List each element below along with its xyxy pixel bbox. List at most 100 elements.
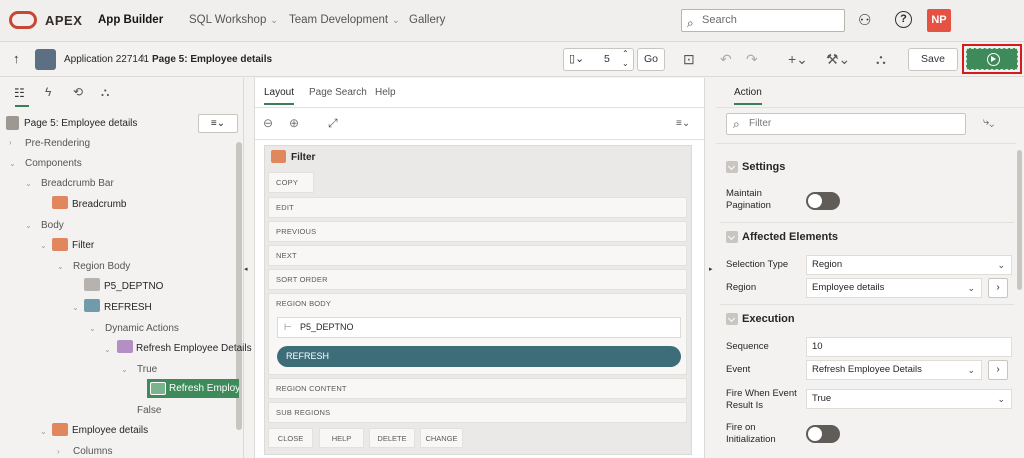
property-scrollbar[interactable] (1017, 150, 1022, 290)
lock-icon[interactable]: ⊡ (683, 51, 695, 68)
zoom-in-icon[interactable]: ⊕ (289, 116, 299, 130)
tree-node-body[interactable]: Body (41, 220, 64, 231)
collapse-right-icon[interactable]: ▸ (709, 265, 713, 273)
slot-next[interactable]: NEXT (268, 245, 687, 266)
tree-node-refresh[interactable]: REFRESH (104, 302, 152, 313)
chevron-down-icon[interactable]: ⌄ (40, 427, 47, 436)
application-icon[interactable] (35, 49, 56, 70)
select-event[interactable]: Refresh Employee Details ⌄ (806, 360, 982, 380)
tree-node-pre-rendering[interactable]: Pre-Rendering (25, 138, 90, 149)
user-settings-icon[interactable]: ⚇ (858, 11, 871, 29)
property-filter-input[interactable]: ⌕ Filter (726, 113, 966, 135)
shared-components-tab-icon[interactable]: ⛬ (101, 85, 109, 100)
section-settings[interactable]: Settings (723, 156, 1017, 178)
tab-help[interactable]: Help (375, 87, 396, 98)
action-refresh-icon (150, 382, 166, 395)
chevron-down-icon[interactable]: ⌄ (25, 221, 32, 230)
nav-sql-workshop[interactable]: SQL Workshop ⌄ (189, 14, 278, 26)
tree-node-employee-details[interactable]: Employee details (72, 425, 148, 436)
processing-tab-icon[interactable]: ⟲ (73, 85, 83, 99)
layout-menu-icon[interactable]: ≡⌄ (676, 118, 690, 129)
expand-icon[interactable]: ⤢ (328, 116, 338, 131)
page-selector[interactable]: ▯⌄ 5 ⌃ ⌄ (563, 48, 634, 71)
slot-help[interactable]: HELP (319, 428, 364, 448)
event-go-button[interactable]: › (988, 360, 1008, 380)
chevron-down-icon[interactable]: ⌄ (57, 262, 64, 271)
report-region-icon (52, 423, 68, 436)
chevron-down-icon[interactable]: ⌄ (72, 303, 79, 312)
section-affected-elements[interactable]: Affected Elements (723, 226, 1017, 248)
chevron-right-icon[interactable]: › (57, 447, 60, 456)
section-execution[interactable]: Execution (723, 308, 1017, 330)
tree-node-breadcrumb-bar[interactable]: Breadcrumb Bar (41, 178, 114, 189)
slot-sub-regions[interactable]: SUB REGIONS (268, 402, 687, 423)
tree-node-filter[interactable]: Filter (72, 240, 94, 251)
region-title[interactable]: Filter (291, 152, 315, 163)
user-avatar[interactable]: NP (927, 9, 951, 32)
go-to-group-icon[interactable]: ⤷⌄ (983, 116, 994, 129)
select-region[interactable]: Employee details ⌄ (806, 278, 982, 298)
section-affected-elements-title: Affected Elements (742, 231, 838, 243)
chevron-down-icon[interactable]: ⌄ (89, 324, 96, 333)
select-selection-type[interactable]: Region ⌄ (806, 255, 1012, 275)
chevron-down-icon[interactable]: ⌄ (104, 345, 111, 354)
button-refresh[interactable]: REFRESH (277, 346, 681, 367)
tree-node-region-body[interactable]: Region Body (73, 261, 130, 272)
oracle-logo-icon[interactable] (9, 11, 37, 29)
select-fire-when-event-result[interactable]: True ⌄ (806, 389, 1012, 409)
slot-change[interactable]: CHANGE (420, 428, 463, 448)
slot-delete[interactable]: DELETE (369, 428, 415, 448)
slot-sort-order[interactable]: SORT ORDER (268, 269, 687, 290)
nav-app-builder[interactable]: App Builder (98, 14, 163, 26)
slot-copy[interactable]: COPY (268, 172, 314, 193)
run-page-button[interactable] (962, 44, 1022, 74)
tab-page-search[interactable]: Page Search (309, 87, 367, 98)
rendering-tab-icon[interactable]: ☷ (14, 86, 25, 100)
tree-node-false[interactable]: False (137, 405, 161, 416)
save-button[interactable]: Save (908, 48, 958, 71)
toggle-fire-on-initialization[interactable] (806, 425, 840, 443)
tree-node-columns[interactable]: Columns (73, 446, 112, 457)
apex-brand[interactable]: APEX (45, 13, 82, 28)
slot-edit[interactable]: EDIT (268, 197, 687, 218)
page-item-p5-deptno[interactable]: ⊢ P5_DEPTNO (277, 317, 681, 338)
breadcrumb-application[interactable]: Application 227141 (64, 54, 149, 65)
tree-node-dynamic-actions[interactable]: Dynamic Actions (105, 323, 179, 334)
create-menu-icon[interactable]: +⌄ (788, 51, 808, 68)
tree-page-title[interactable]: Page 5: Employee details (24, 118, 137, 129)
zoom-out-icon[interactable]: ⊖ (263, 116, 273, 130)
arrow-up-icon[interactable]: ↑ (13, 51, 20, 66)
nav-gallery[interactable]: Gallery (409, 14, 445, 26)
slot-previous[interactable]: PREVIOUS (268, 221, 687, 242)
nav-team-development[interactable]: Team Development ⌄ (289, 14, 400, 26)
go-button[interactable]: Go (637, 48, 665, 71)
tree-node-true[interactable]: True (137, 364, 157, 375)
tree-menu-button[interactable]: ≡⌄ (198, 114, 238, 133)
tab-action[interactable]: Action (734, 87, 762, 105)
stepper-icon[interactable]: ⌃ ⌄ (622, 49, 629, 69)
tree-node-refresh-employee-details[interactable]: Refresh Employee Details (136, 343, 252, 354)
collapse-left-icon[interactable]: ◂ (244, 265, 248, 273)
help-icon[interactable]: ? (895, 11, 912, 28)
shared-components-icon[interactable]: ⛬ (876, 51, 886, 68)
chevron-down-icon[interactable]: ⌄ (40, 241, 47, 250)
chevron-down-icon[interactable]: ⌄ (121, 365, 128, 374)
tree-node-breadcrumb[interactable]: Breadcrumb (72, 199, 126, 210)
tab-layout[interactable]: Layout (264, 87, 295, 105)
toggle-maintain-pagination[interactable] (806, 192, 840, 210)
redo-icon[interactable]: ↷ (746, 51, 758, 68)
tree-node-components[interactable]: Components (25, 158, 82, 169)
input-sequence[interactable]: 10 (806, 337, 1012, 357)
region-go-button[interactable]: › (988, 278, 1008, 298)
slot-region-content[interactable]: REGION CONTENT (268, 378, 687, 399)
undo-icon[interactable]: ↶ (720, 51, 732, 68)
chevron-down-icon[interactable]: ⌄ (9, 159, 16, 168)
slot-close[interactable]: CLOSE (268, 428, 313, 448)
utilities-wrench-icon[interactable]: ⚒⌄ (826, 51, 850, 68)
tree-node-refresh-employee[interactable]: Refresh Employee (169, 383, 239, 394)
tree-node-p5-deptno[interactable]: P5_DEPTNO (104, 281, 163, 292)
dynamic-actions-tab-icon[interactable]: ϟ (45, 85, 51, 99)
chevron-down-icon[interactable]: ⌄ (25, 179, 32, 188)
search-input[interactable]: ⌕ Search (681, 9, 845, 32)
chevron-right-icon[interactable]: › (9, 138, 12, 147)
